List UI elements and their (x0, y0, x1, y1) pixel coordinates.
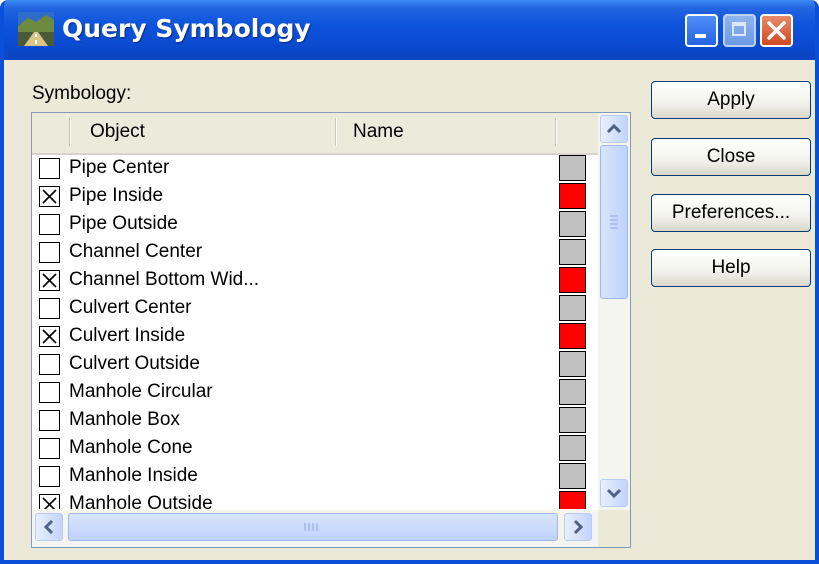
horizontal-scroll-thumb[interactable] (68, 513, 558, 541)
color-swatch[interactable] (559, 379, 586, 405)
list-item-label: Culvert Outside (69, 353, 200, 374)
color-swatch[interactable] (559, 183, 586, 209)
checked-checkbox[interactable] (39, 326, 60, 347)
color-swatch[interactable] (559, 491, 586, 509)
column-header-name[interactable]: Name (353, 121, 404, 143)
minimize-button[interactable] (685, 14, 718, 47)
query-symbology-dialog: Query Symbology Symbology: Object Name P… (0, 0, 819, 564)
list-item-label: Manhole Box (69, 409, 180, 430)
checkbox[interactable] (39, 438, 60, 459)
apply-button[interactable]: Apply (651, 81, 811, 119)
color-swatch[interactable] (559, 323, 586, 349)
checkbox[interactable] (39, 242, 60, 263)
color-swatch[interactable] (559, 239, 586, 265)
checkbox[interactable] (39, 158, 60, 179)
list-item-label: Channel Bottom Wid... (69, 269, 260, 290)
list-item[interactable]: Culvert Outside (32, 351, 598, 379)
checked-checkbox[interactable] (39, 186, 60, 207)
checked-checkbox[interactable] (39, 270, 60, 291)
column-separator[interactable] (555, 118, 556, 146)
list-item[interactable]: Culvert Inside (32, 323, 598, 351)
checkbox[interactable] (39, 466, 60, 487)
minimize-icon (695, 34, 706, 38)
close-icon (767, 21, 786, 40)
preferences-button[interactable]: Preferences... (651, 194, 811, 232)
vertical-scroll-thumb[interactable] (600, 145, 628, 299)
checkbox[interactable] (39, 410, 60, 431)
color-swatch[interactable] (559, 155, 586, 181)
grip-icon (304, 523, 318, 531)
maximize-icon (732, 22, 746, 36)
list-item-label: Manhole Cone (69, 437, 193, 458)
symbology-label: Symbology: (32, 83, 132, 104)
list-rows: Pipe Center Pipe Inside Pipe Outside Channe… (32, 155, 598, 509)
vertical-scrollbar[interactable] (598, 113, 630, 510)
list-item[interactable]: Culvert Center (32, 295, 598, 323)
scrollbar-corner (598, 510, 630, 547)
symbology-list[interactable]: Object Name Pipe Center Pipe Inside Pipe O… (31, 112, 631, 548)
checkbox[interactable] (39, 214, 60, 235)
list-item[interactable]: Manhole Box (32, 407, 598, 435)
checked-checkbox[interactable] (39, 494, 60, 509)
scroll-up-button[interactable] (600, 115, 628, 143)
help-button[interactable]: Help (651, 249, 811, 287)
color-swatch[interactable] (559, 463, 586, 489)
checkbox[interactable] (39, 298, 60, 319)
list-item[interactable]: Pipe Outside (32, 211, 598, 239)
column-separator[interactable] (335, 118, 336, 146)
column-separator[interactable] (69, 118, 70, 146)
list-item-label: Manhole Inside (69, 465, 198, 486)
list-item[interactable]: Pipe Inside (32, 183, 598, 211)
list-item-label: Pipe Inside (69, 185, 164, 206)
color-swatch[interactable] (559, 351, 586, 377)
list-item[interactable]: Channel Center (32, 239, 598, 267)
checkbox[interactable] (39, 382, 60, 403)
list-item[interactable]: Manhole Cone (32, 435, 598, 463)
grip-icon (610, 215, 618, 229)
close-window-button[interactable] (760, 14, 793, 47)
color-swatch[interactable] (559, 295, 586, 321)
list-item[interactable]: Manhole Circular (32, 379, 598, 407)
close-button[interactable]: Close (651, 138, 811, 176)
checkbox[interactable] (39, 354, 60, 375)
list-item-label: Channel Center (69, 241, 203, 262)
scroll-left-button[interactable] (35, 513, 63, 541)
maximize-button (723, 14, 756, 47)
app-icon (18, 12, 54, 46)
list-header: Object Name (32, 113, 598, 155)
list-item[interactable]: Channel Bottom Wid... (32, 267, 598, 295)
title-bar[interactable]: Query Symbology (4, 0, 815, 60)
list-item-label: Culvert Center (69, 297, 192, 318)
color-swatch[interactable] (559, 407, 586, 433)
chevron-up-icon (606, 123, 622, 134)
color-swatch[interactable] (559, 435, 586, 461)
horizontal-scrollbar[interactable] (32, 510, 598, 547)
scroll-right-button[interactable] (564, 513, 592, 541)
color-swatch[interactable] (559, 211, 586, 237)
list-item[interactable]: Pipe Center (32, 155, 598, 183)
list-item[interactable]: Manhole Inside (32, 463, 598, 491)
chevron-down-icon (606, 488, 622, 499)
window-title: Query Symbology (62, 14, 311, 43)
chevron-right-icon (573, 519, 584, 535)
list-item-label: Pipe Center (69, 157, 170, 178)
list-item-label: Culvert Inside (69, 325, 186, 346)
column-header-object[interactable]: Object (90, 121, 145, 143)
scroll-down-button[interactable] (600, 479, 628, 507)
list-item[interactable]: Manhole Outside (32, 491, 598, 509)
list-item-label: Manhole Outside (69, 493, 213, 509)
chevron-left-icon (43, 519, 54, 535)
list-item-label: Manhole Circular (69, 381, 213, 402)
list-item-label: Pipe Outside (69, 213, 178, 234)
color-swatch[interactable] (559, 267, 586, 293)
